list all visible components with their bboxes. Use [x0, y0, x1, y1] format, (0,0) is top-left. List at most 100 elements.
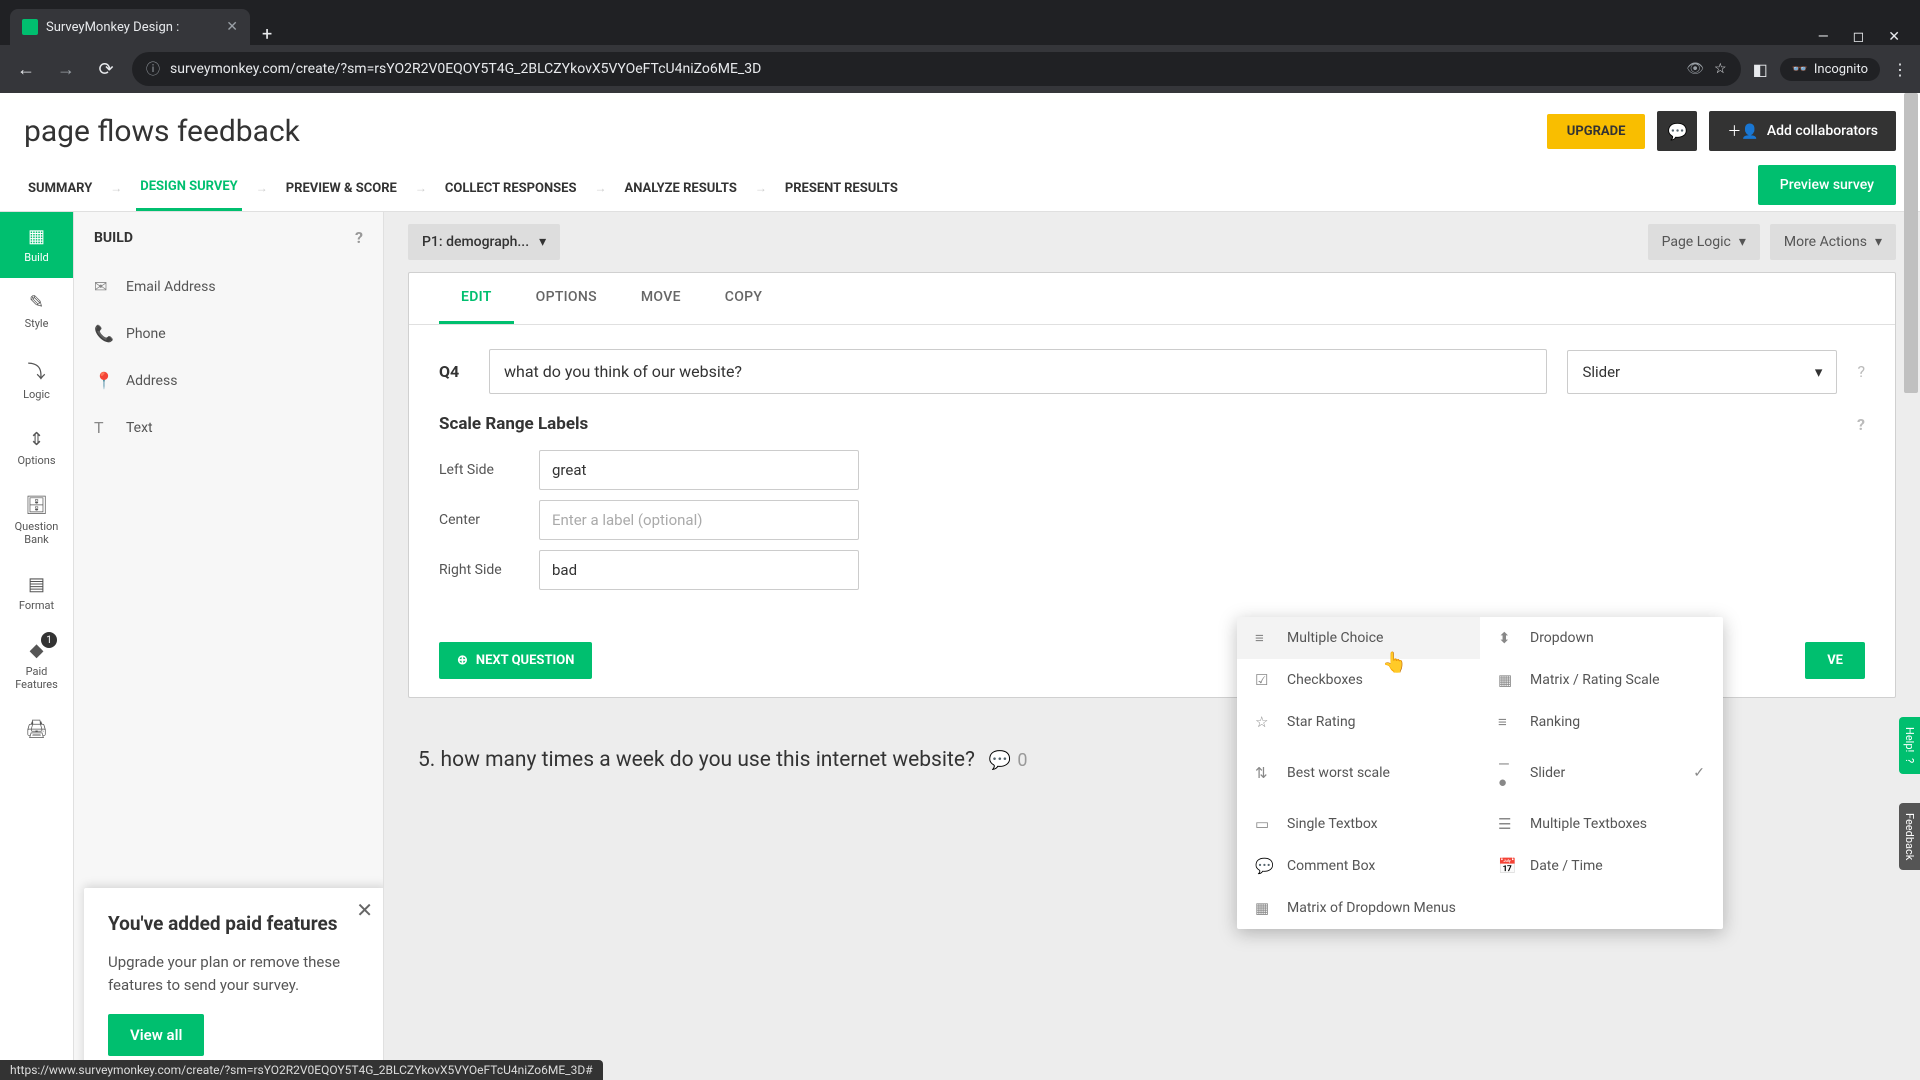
rail-style[interactable]: ✎ Style: [0, 278, 73, 344]
next-question-button[interactable]: ⊕ NEXT QUESTION: [439, 642, 592, 679]
kebab-menu-icon[interactable]: ⋮: [1892, 60, 1908, 79]
plus-circle-icon: ⊕: [457, 653, 468, 668]
right-label-row: Right Side: [439, 550, 1865, 590]
comment-count[interactable]: 💬 0: [989, 750, 1028, 771]
center-label-input[interactable]: [539, 500, 859, 540]
rail-options[interactable]: ⇕ Options: [0, 415, 73, 481]
tab-design-survey[interactable]: DESIGN SURVEY: [136, 165, 241, 211]
build-item-label: Text: [126, 420, 153, 436]
tab-move[interactable]: MOVE: [619, 273, 703, 324]
canvas: P1: demograph... ▾ Page Logic ▾ More Act…: [384, 212, 1920, 1080]
type-option-dropdown[interactable]: ⬍ Dropdown: [1480, 617, 1723, 659]
help-icon[interactable]: ?: [1857, 362, 1865, 381]
new-tab-button[interactable]: +: [250, 24, 284, 45]
page-logic-dropdown[interactable]: Page Logic ▾: [1648, 224, 1760, 260]
close-window-icon[interactable]: ✕: [1888, 29, 1900, 45]
survey-title[interactable]: page flows feedback: [24, 114, 300, 149]
more-actions-dropdown[interactable]: More Actions ▾: [1770, 224, 1896, 260]
close-icon[interactable]: ✕: [356, 898, 373, 922]
url-bar[interactable]: ⓘ surveymonkey.com/create/?sm=rsYO2R2V0E…: [132, 52, 1741, 86]
side-panel-icon[interactable]: ◧: [1753, 60, 1768, 79]
tab-collect-responses[interactable]: COLLECT RESPONSES: [441, 167, 581, 210]
rail-label: Logic: [23, 388, 50, 401]
rail-build[interactable]: ▦ Build: [0, 212, 73, 278]
type-label: Checkboxes: [1287, 672, 1363, 688]
chat-icon: 💬: [1667, 122, 1687, 141]
browser-tab[interactable]: SurveyMonkey Design : ✕: [10, 9, 250, 45]
rail-logic[interactable]: ⤵ Logic: [0, 344, 73, 415]
close-tab-icon[interactable]: ✕: [226, 19, 238, 35]
rail-print[interactable]: 🖨: [0, 705, 73, 758]
type-label: Multiple Choice: [1287, 630, 1383, 646]
rail-format[interactable]: ▤ Format: [0, 560, 73, 626]
site-info-icon[interactable]: ⓘ: [146, 59, 160, 79]
build-item-address[interactable]: 📍 Address: [74, 357, 383, 404]
build-item-phone[interactable]: 📞 Phone: [74, 310, 383, 357]
help-icon[interactable]: ?: [355, 228, 363, 247]
upgrade-button[interactable]: UPGRADE: [1547, 114, 1646, 149]
bookmark-star-icon[interactable]: ☆: [1714, 61, 1727, 77]
chevron-right-icon: →: [588, 181, 612, 195]
minimize-icon[interactable]: —: [1818, 29, 1829, 45]
preview-survey-button[interactable]: Preview survey: [1758, 165, 1896, 205]
right-label-input[interactable]: [539, 550, 859, 590]
rail-label: Format: [19, 599, 54, 612]
view-all-button[interactable]: View all: [108, 1014, 204, 1056]
type-option-slider[interactable]: —● Slider ✓: [1480, 743, 1723, 803]
chat-button[interactable]: 💬: [1657, 111, 1697, 151]
tab-options[interactable]: OPTIONS: [514, 273, 619, 324]
question-type-dropdown[interactable]: Slider ▾: [1567, 350, 1837, 394]
type-option-multiple-choice[interactable]: ≡ Multiple Choice: [1237, 617, 1480, 659]
back-icon[interactable]: ←: [12, 59, 40, 80]
left-label-input[interactable]: [539, 450, 859, 490]
feedback-tab[interactable]: Feedback: [1899, 803, 1920, 870]
type-option-star-rating[interactable]: ☆ Star Rating: [1237, 701, 1480, 743]
rail-paid-features[interactable]: 1 ◆ Paid Features: [0, 626, 73, 705]
page-selector[interactable]: P1: demograph... ▾: [408, 224, 560, 260]
rail-label: Question Bank: [15, 520, 59, 546]
help-tab[interactable]: Help! ?: [1899, 717, 1920, 774]
type-option-best-worst[interactable]: ⇅ Best worst scale: [1237, 743, 1480, 803]
type-label: Single Textbox: [1287, 816, 1378, 832]
textbox-icon: ▭: [1255, 815, 1273, 833]
rail-label: Options: [17, 454, 55, 467]
build-title: BUILD: [94, 230, 133, 246]
type-option-checkboxes[interactable]: ☑ Checkboxes: [1237, 659, 1480, 701]
tab-edit[interactable]: EDIT: [439, 273, 514, 324]
type-option-comment-box[interactable]: 💬 Comment Box: [1237, 845, 1480, 887]
maximize-icon[interactable]: ◻: [1853, 29, 1865, 45]
build-item-label: Address: [126, 373, 177, 389]
tab-present-results[interactable]: PRESENT RESULTS: [781, 167, 902, 210]
type-option-matrix[interactable]: ▦ Matrix / Rating Scale: [1480, 659, 1723, 701]
upsell-card: ✕ You've added paid features Upgrade you…: [84, 888, 384, 1080]
right-label-name: Right Side: [439, 562, 519, 578]
build-item-email[interactable]: ✉ Email Address: [74, 263, 383, 310]
build-item-text[interactable]: T Text: [74, 404, 383, 451]
center-label-name: Center: [439, 512, 519, 528]
help-icon[interactable]: ?: [1857, 415, 1865, 434]
checkbox-icon: ☑: [1255, 671, 1273, 689]
tab-analyze-results[interactable]: ANALYZE RESULTS: [620, 167, 740, 210]
chevron-down-icon: ▾: [1875, 234, 1882, 250]
tab-copy[interactable]: COPY: [703, 273, 784, 324]
type-option-matrix-dropdown[interactable]: ▦ Matrix of Dropdown Menus: [1237, 887, 1480, 929]
type-option-date-time[interactable]: 📅 Date / Time: [1480, 845, 1723, 887]
type-option-ranking[interactable]: ≡ Ranking: [1480, 701, 1723, 743]
reload-icon[interactable]: ⟳: [92, 59, 120, 80]
app-root: page flows feedback UPGRADE 💬 ＋👤 Add col…: [0, 93, 1920, 1080]
type-option-multiple-textboxes[interactable]: ☰ Multiple Textboxes: [1480, 803, 1723, 845]
tab-preview-score[interactable]: PREVIEW & SCORE: [282, 167, 401, 210]
build-panel: BUILD ? ✉ Email Address 📞 Phone 📍 Addres…: [74, 212, 384, 1080]
forward-icon[interactable]: →: [52, 59, 80, 80]
chevron-down-icon: ▾: [1815, 363, 1823, 381]
tab-summary[interactable]: SUMMARY: [24, 167, 96, 210]
q5-text: 5. how many times a week do you use this…: [418, 748, 975, 772]
rail-question-bank[interactable]: 🗄 Question Bank: [0, 481, 73, 560]
incognito-label: Incognito: [1814, 62, 1868, 77]
question-text-input[interactable]: [489, 349, 1547, 394]
type-option-single-textbox[interactable]: ▭ Single Textbox: [1237, 803, 1480, 845]
save-button[interactable]: VE: [1805, 642, 1865, 679]
incognito-badge[interactable]: 👓 Incognito: [1780, 58, 1880, 81]
eye-off-icon[interactable]: 👁: [1686, 61, 1704, 77]
add-collaborators-button[interactable]: ＋👤 Add collaborators: [1709, 111, 1896, 151]
